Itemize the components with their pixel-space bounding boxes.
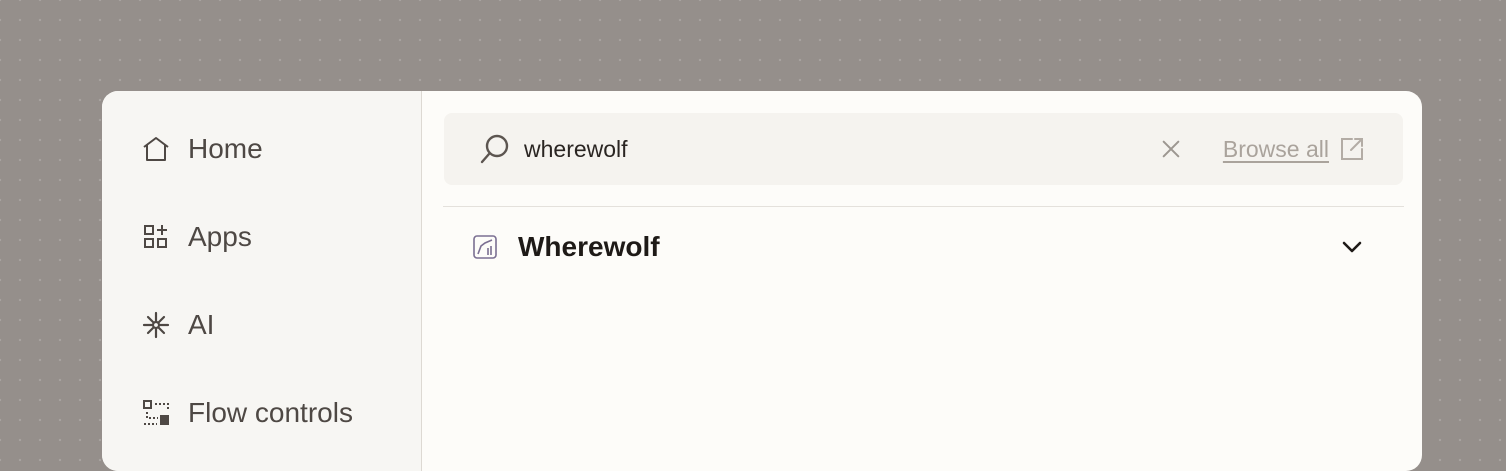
result-title: Wherewolf [518, 231, 660, 262]
sidebar-item-flow-controls[interactable]: Flow controls [102, 391, 421, 435]
clear-search-button[interactable] [1159, 137, 1183, 161]
browse-all-label: Browse all [1222, 135, 1329, 162]
sidebar: Home Apps AI Flow controls [102, 91, 422, 471]
sidebar-item-home[interactable]: Home [102, 127, 421, 171]
sidebar-item-label: Flow controls [188, 397, 353, 428]
chevron-down-icon[interactable] [1339, 234, 1365, 260]
wherewolf-app-icon [473, 235, 497, 259]
search-bar: Browse all [444, 113, 1403, 185]
flow-controls-icon [140, 397, 172, 429]
sidebar-item-apps[interactable]: Apps [102, 215, 421, 259]
browse-all-link[interactable]: Browse all [1223, 136, 1365, 163]
close-icon [1162, 140, 1180, 158]
sidebar-item-label: Home [188, 133, 263, 164]
main-content: Browse all Wherewolf [422, 91, 1422, 471]
home-icon [140, 133, 172, 165]
sidebar-item-label: AI [188, 309, 215, 340]
search-icon [480, 134, 509, 164]
apps-icon [140, 221, 172, 253]
sidebar-item-ai[interactable]: AI [102, 303, 421, 347]
add-step-panel: Home Apps AI Flow controls wherewolf Bro… [102, 91, 1422, 471]
external-link-icon [1341, 138, 1363, 160]
search-input[interactable] [524, 135, 1159, 163]
sidebar-item-label: Apps [188, 221, 252, 252]
result-row-wherewolf[interactable]: Wherewolf [444, 207, 1403, 287]
ai-sparkle-icon [140, 309, 172, 341]
